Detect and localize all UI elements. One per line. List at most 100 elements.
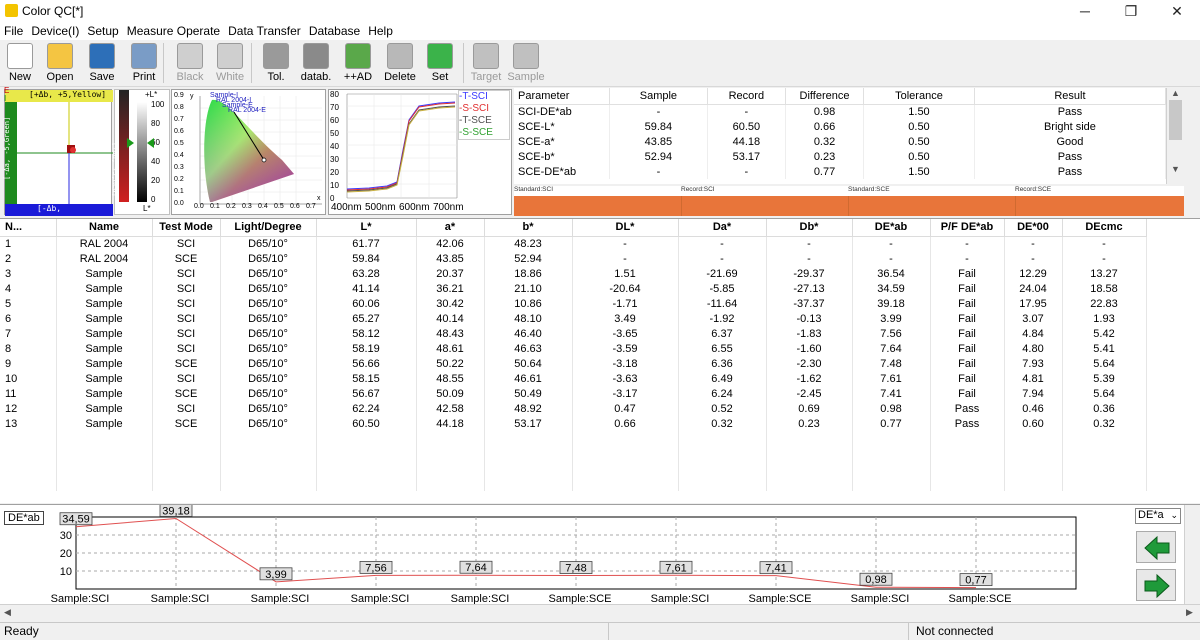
col-header-name[interactable]: Name — [56, 219, 153, 237]
col-header-n[interactable]: N... — [0, 219, 57, 237]
table-cell: -1.83 — [766, 326, 853, 341]
table-cell: 12.29 — [1004, 266, 1063, 281]
menu-data-transfer[interactable]: Data Transfer — [224, 22, 305, 40]
open-button[interactable]: Open — [40, 42, 80, 86]
table-row[interactable]: 8 Sample SCI D65/10° 58.19 48.61 46.63 -3.59 6.5… — [0, 341, 1147, 356]
table-cell: 46.63 — [484, 341, 573, 356]
table-row[interactable]: 2 RAL 2004 SCE D65/10° 59.84 43.85 52.94- - - - - -… — [0, 251, 1147, 266]
datab-button[interactable]: datab. — [296, 42, 336, 86]
table-cell: 5.39 — [1062, 371, 1147, 386]
col-header-dl[interactable]: DL* — [572, 219, 679, 237]
table-cell: 44.18 — [416, 416, 485, 431]
table-row[interactable]: 9 Sample SCE D65/10° 56.66 50.22 50.64 -3.18 6.3… — [0, 356, 1147, 371]
menu-measure-operate[interactable]: Measure Operate — [123, 22, 224, 40]
col-header-decmc[interactable]: DEcmc — [1062, 219, 1147, 237]
empty-cell — [1062, 461, 1147, 476]
col-header-db[interactable]: Db* — [766, 219, 853, 237]
l-ticks: 100 80 60 40 20 0 — [151, 100, 171, 204]
tol-button[interactable]: Tol. — [256, 42, 296, 86]
menu-device-i[interactable]: Device(I) — [27, 22, 83, 40]
scroll-left-icon[interactable]: ◀ — [4, 607, 11, 618]
close-button[interactable]: ✕ — [1154, 0, 1200, 22]
table-row[interactable]: 13 Sample SCE D65/10° 60.50 44.18 53.17 0.66 0.3… — [0, 416, 1147, 431]
table-row[interactable]: 1 RAL 2004 SCI D65/10° 61.77 42.06 48.23- - - - - -… — [0, 236, 1147, 251]
col-header-p-f-de-ab[interactable]: P/F DE*ab — [930, 219, 1005, 237]
scroll-right-icon[interactable]: ▶ — [1186, 607, 1193, 618]
col-header-l[interactable]: L* — [316, 219, 417, 237]
horizontal-scrollbar[interactable]: ◀ ▶ — [0, 604, 1200, 621]
menu-setup[interactable]: Setup — [83, 22, 122, 40]
menu-file[interactable]: File — [0, 22, 27, 40]
trend-scrollbar[interactable] — [1184, 505, 1200, 605]
prev-button[interactable] — [1136, 531, 1176, 563]
table-cell: 39.18 — [852, 296, 931, 311]
table-row[interactable]: 12 Sample SCI D65/10° 62.24 42.58 48.92 0.47 0.5… — [0, 401, 1147, 416]
chroma-y-tick: 0.8 — [174, 104, 184, 111]
l-top-label: +L* — [145, 90, 158, 99]
table-cell: - — [852, 236, 931, 251]
param-cell: - — [609, 104, 708, 119]
col-header-b[interactable]: b* — [484, 219, 573, 237]
table-row[interactable]: 4 Sample SCI D65/10° 41.14 36.21 21.10 -20.64 -5… — [0, 281, 1147, 296]
table-cell: 4 — [0, 281, 57, 296]
table-row[interactable]: 7 Sample SCI D65/10° 58.12 48.43 46.40 -3.65 6.3… — [0, 326, 1147, 341]
menu-database[interactable]: Database — [305, 22, 364, 40]
empty-cell — [220, 476, 317, 491]
chroma-point-labels: Sample-I RAL 2004-I Sample-E RAL 2004-E — [210, 92, 290, 122]
col-header-de-00[interactable]: DE*00 — [1004, 219, 1063, 237]
sample-button[interactable]: Sample — [506, 42, 546, 86]
chroma-point — [261, 157, 267, 163]
trend-value-label: 7,48 — [565, 563, 586, 575]
scroll-up-icon[interactable]: ▲ — [1167, 88, 1184, 98]
spectral-x-tick: 400nm — [331, 202, 362, 213]
ad-button[interactable]: ++AD — [338, 42, 378, 86]
table-cell: 18.58 — [1062, 281, 1147, 296]
maximize-button[interactable]: ❐ — [1108, 0, 1154, 22]
black-button[interactable]: Black — [170, 42, 210, 86]
table-row[interactable]: 10 Sample SCI D65/10° 58.15 48.55 46.61 -3.63 6.… — [0, 371, 1147, 386]
table-cell: 0.52 — [678, 401, 767, 416]
param-cell: - — [609, 164, 708, 179]
metric-select[interactable]: DE*a ⌄ — [1135, 508, 1181, 524]
new-button[interactable]: New — [0, 42, 40, 86]
empty-cell — [0, 461, 57, 476]
sample-icon — [513, 43, 539, 69]
set-button[interactable]: Set — [420, 42, 460, 86]
table-cell: Fail — [930, 296, 1005, 311]
empty-cell — [1062, 431, 1147, 446]
col-header-de-ab[interactable]: DE*ab — [852, 219, 931, 237]
legend-s-sce: -S-SCE — [459, 127, 509, 139]
scroll-down-icon[interactable]: ▼ — [1167, 164, 1184, 174]
scroll-thumb[interactable] — [1169, 100, 1182, 140]
minimize-button[interactable]: ─ — [1062, 0, 1108, 22]
table-cell: -27.13 — [766, 281, 853, 296]
print-label: Print — [132, 71, 156, 83]
table-cell: Pass — [930, 401, 1005, 416]
print-button[interactable]: Print — [124, 42, 164, 86]
table-cell: - — [1062, 236, 1147, 251]
col-header-a[interactable]: a* — [416, 219, 485, 237]
table-cell: 3 — [0, 266, 57, 281]
l-marker — [147, 138, 154, 148]
empty-cell — [572, 461, 679, 476]
save-button[interactable]: Save — [82, 42, 122, 86]
table-row[interactable]: 11 Sample SCE D65/10° 56.67 50.09 50.49 -3.17 6.… — [0, 386, 1147, 401]
delete-button[interactable]: Delete — [380, 42, 420, 86]
table-cell: 24.04 — [1004, 281, 1063, 296]
table-row[interactable]: 5 Sample SCI D65/10° 60.06 30.42 10.86 -1.71 -11… — [0, 296, 1147, 311]
chroma-x-tick: 0.0 — [194, 203, 204, 210]
white-button[interactable]: White — [210, 42, 250, 86]
chroma-y-tick: 0.5 — [174, 140, 184, 147]
tol-icon — [263, 43, 289, 69]
table-cell: 0.23 — [766, 416, 853, 431]
col-header-light-degree[interactable]: Light/Degree — [220, 219, 317, 237]
table-row[interactable]: 3 Sample SCI D65/10° 63.28 20.37 18.86 1.51 -21.… — [0, 266, 1147, 281]
next-button[interactable] — [1136, 569, 1176, 601]
table-row[interactable]: 6 Sample SCI D65/10° 65.27 40.14 48.10 3.49 -1.9… — [0, 311, 1147, 326]
target-button[interactable]: Target — [466, 42, 506, 86]
col-header-da[interactable]: Da* — [678, 219, 767, 237]
param-cell: 0.98 — [785, 104, 865, 119]
menu-help[interactable]: Help — [364, 22, 397, 40]
col-header-test-mode[interactable]: Test Mode — [152, 219, 221, 237]
param-scrollbar[interactable]: ▲ ▼ — [1166, 88, 1184, 184]
